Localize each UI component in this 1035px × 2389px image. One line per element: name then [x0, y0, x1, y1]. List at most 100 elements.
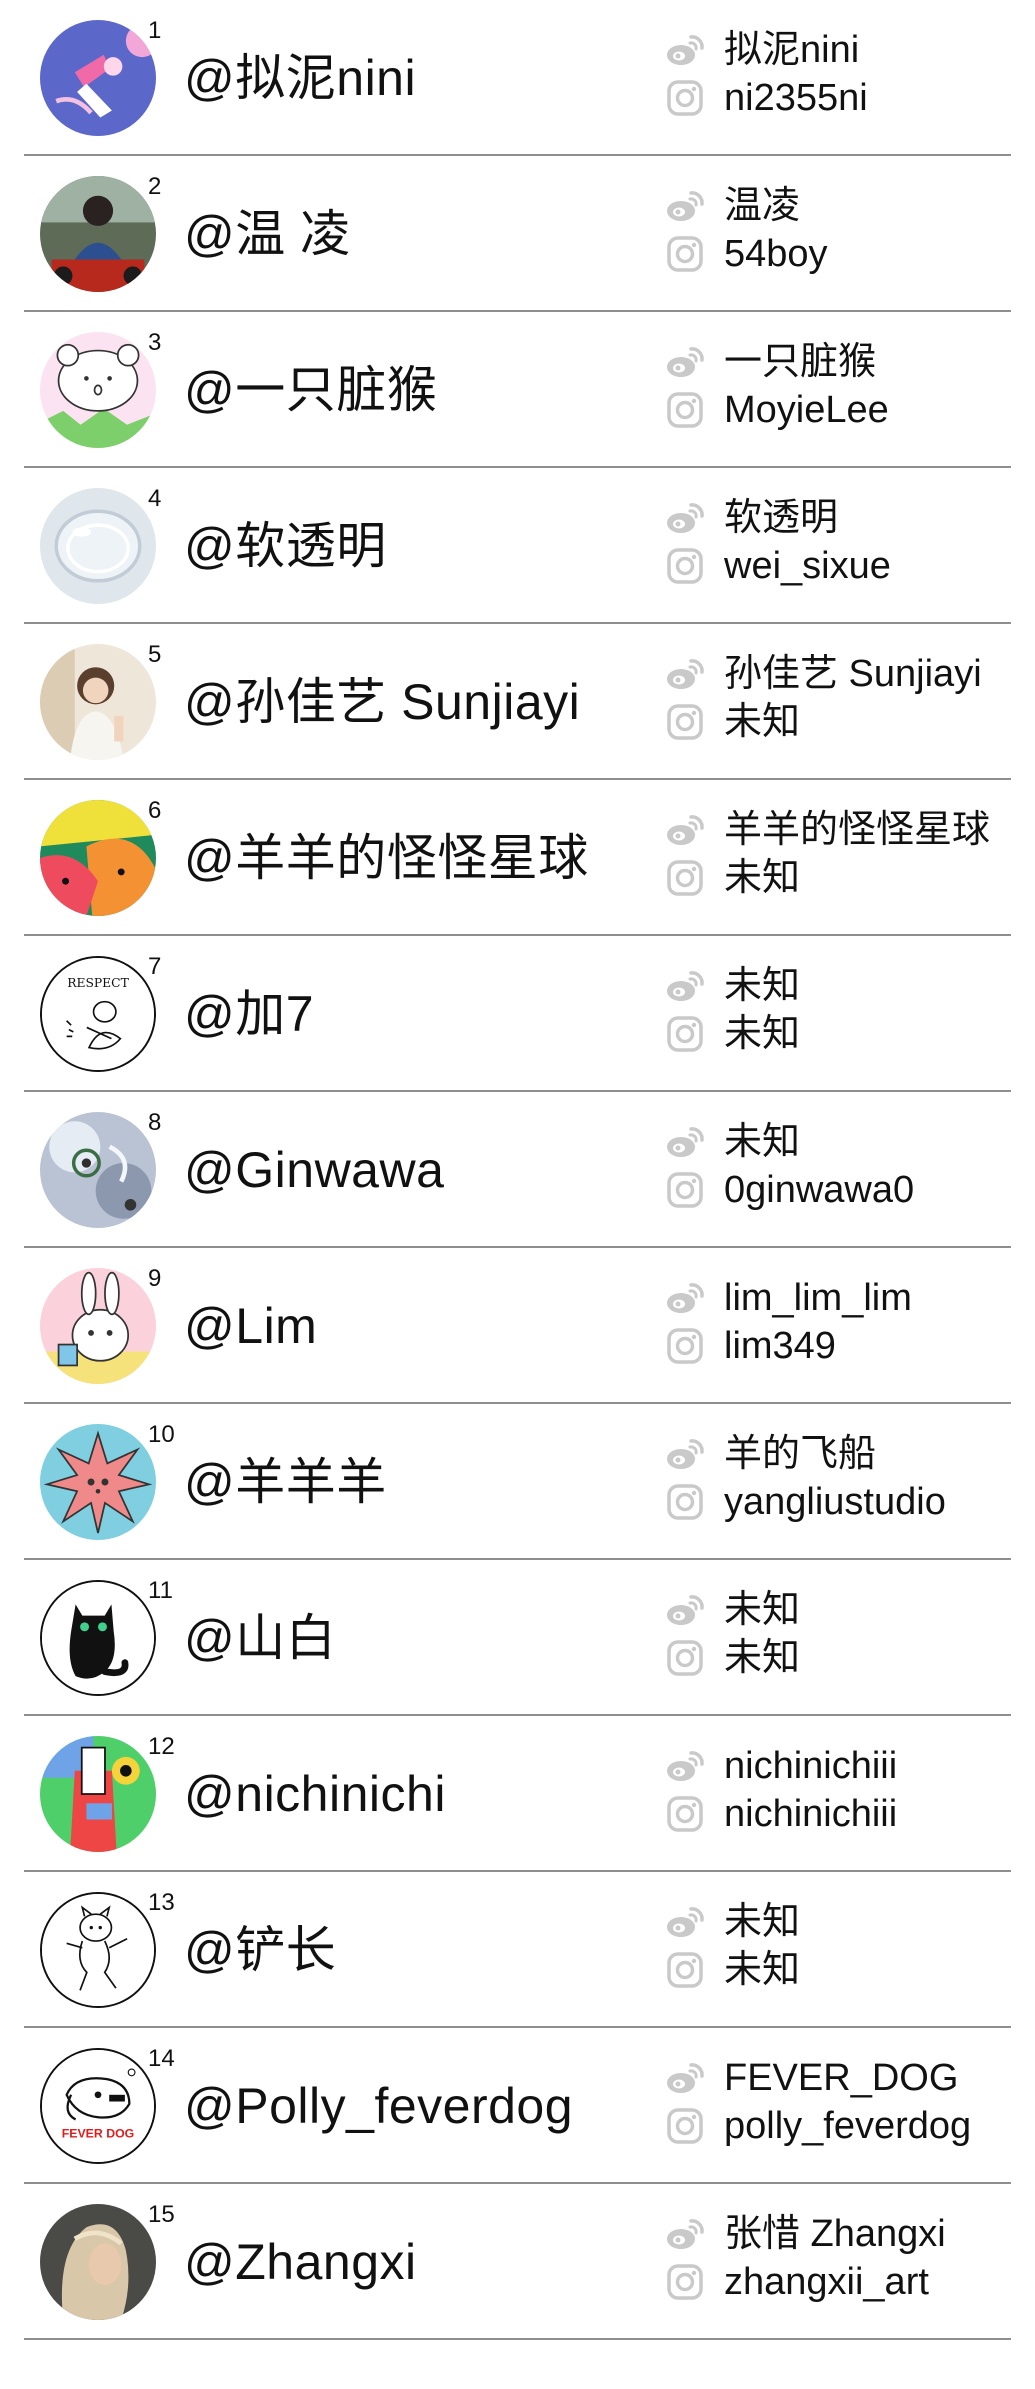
instagram-handle[interactable]: zhangxii_art: [664, 2262, 929, 2302]
creator-name: @羊羊羊: [184, 1454, 387, 1510]
weibo-handle[interactable]: 未知: [664, 1122, 800, 1162]
instagram-handle[interactable]: MoyieLee: [664, 390, 889, 430]
weibo-icon: [664, 498, 706, 538]
instagram-icon: [664, 1794, 706, 1834]
avatar[interactable]: [40, 1892, 156, 2008]
list-item[interactable]: 15 @Zhangxi 张惜 Zhangxi zhangxii_art: [24, 2184, 1011, 2340]
instagram-handle[interactable]: lim349: [664, 1326, 836, 1366]
instagram-username: polly_feverdog: [724, 2105, 972, 2147]
weibo-handle[interactable]: nichinichiii: [664, 1746, 897, 1786]
weibo-icon: [664, 186, 706, 226]
creator-name: @一只脏猴: [184, 362, 438, 418]
instagram-icon: [664, 2262, 706, 2302]
rank-number: 7: [148, 953, 162, 980]
weibo-handle[interactable]: 一只脏猴: [664, 342, 876, 382]
list-item[interactable]: FEVER DOG 14 @Polly_feverdog FEVER_DOG p…: [24, 2028, 1011, 2184]
instagram-handle[interactable]: 未知: [664, 1950, 800, 1990]
weibo-handle[interactable]: lim_lim_lim: [664, 1278, 912, 1318]
instagram-handle[interactable]: 未知: [664, 702, 800, 742]
instagram-username: nichinichiii: [724, 1793, 898, 1835]
instagram-username: 54boy: [724, 233, 828, 275]
list-item[interactable]: RESPECT 7 @加7 未知 未知: [24, 936, 1011, 1092]
weibo-handle[interactable]: 未知: [664, 1590, 800, 1630]
list-item[interactable]: 5 @孙佳艺 Sunjiayi 孙佳艺 Sunjiayi 未知: [24, 624, 1011, 780]
instagram-handle[interactable]: 未知: [664, 1638, 800, 1678]
avatar[interactable]: [40, 488, 156, 604]
rank-number: 4: [148, 485, 162, 512]
list-item[interactable]: 9 @Lim lim_lim_lim lim349: [24, 1248, 1011, 1404]
weibo-handle[interactable]: 未知: [664, 1902, 800, 1942]
weibo-handle[interactable]: 孙佳艺 Sunjiayi: [664, 654, 982, 694]
instagram-username: zhangxii_art: [724, 2261, 929, 2303]
instagram-username: lim349: [724, 1325, 836, 1367]
weibo-icon: [664, 30, 706, 70]
list-item[interactable]: 4 @软透明 软透明 wei_sixue: [24, 468, 1011, 624]
avatar[interactable]: [40, 1736, 156, 1852]
weibo-icon: [664, 1902, 706, 1942]
instagram-icon: [664, 2106, 706, 2146]
weibo-handle[interactable]: FEVER_DOG: [664, 2058, 958, 2098]
weibo-handle[interactable]: 温凌: [664, 186, 800, 226]
avatar[interactable]: [40, 644, 156, 760]
respect-logo-text: RESPECT: [67, 976, 129, 990]
weibo-handle[interactable]: 羊羊的怪怪星球: [664, 810, 990, 850]
avatar[interactable]: [40, 2204, 156, 2320]
weibo-icon: [664, 1122, 706, 1162]
instagram-icon: [664, 1326, 706, 1366]
instagram-handle[interactable]: 未知: [664, 1014, 800, 1054]
weibo-icon: [664, 1434, 706, 1474]
weibo-handle[interactable]: 羊的飞船: [664, 1434, 876, 1474]
weibo-handle[interactable]: 张惜 Zhangxi: [664, 2214, 946, 2254]
list-item[interactable]: 10 @羊羊羊 羊的飞船 yangliustudio: [24, 1404, 1011, 1560]
instagram-handle[interactable]: wei_sixue: [664, 546, 891, 586]
instagram-icon: [664, 1482, 706, 1522]
weibo-username: 未知: [724, 1589, 801, 1631]
instagram-icon: [664, 1170, 706, 1210]
rank-number: 8: [148, 1109, 162, 1136]
weibo-username: 一只脏猴: [724, 341, 877, 383]
instagram-username: yangliustudio: [724, 1481, 946, 1523]
weibo-handle[interactable]: 拟泥nini: [664, 30, 859, 70]
list-item[interactable]: 13 @铲长 未知 未知: [24, 1872, 1011, 2028]
instagram-handle[interactable]: nichinichiii: [664, 1794, 897, 1834]
weibo-icon: [664, 966, 706, 1006]
list-item[interactable]: 1 @拟泥nini 拟泥nini ni2355ni: [24, 0, 1011, 156]
avatar[interactable]: [40, 1424, 156, 1540]
instagram-handle[interactable]: 0ginwawa0: [664, 1170, 914, 1210]
avatar[interactable]: [40, 1580, 156, 1696]
avatar[interactable]: [40, 20, 156, 136]
instagram-handle[interactable]: polly_feverdog: [664, 2106, 971, 2146]
rank-number: 2: [148, 173, 162, 200]
avatar[interactable]: [40, 800, 156, 916]
list-item[interactable]: 2 @温 凌 温凌 54boy: [24, 156, 1011, 312]
instagram-handle[interactable]: yangliustudio: [664, 1482, 946, 1522]
list-item[interactable]: 6 @羊羊的怪怪星球 羊羊的怪怪星球 未知: [24, 780, 1011, 936]
avatar[interactable]: [40, 176, 156, 292]
list-item[interactable]: 3 @一只脏猴 一只脏猴 MoyieLee: [24, 312, 1011, 468]
weibo-icon: [664, 810, 706, 850]
creator-name: @温 凌: [184, 206, 351, 262]
weibo-icon: [664, 1278, 706, 1318]
weibo-handle[interactable]: 未知: [664, 966, 800, 1006]
rank-number: 14: [148, 2045, 175, 2072]
instagram-handle[interactable]: 未知: [664, 858, 800, 898]
instagram-handle[interactable]: 54boy: [664, 234, 828, 274]
weibo-handle[interactable]: 软透明: [664, 498, 838, 538]
list-item[interactable]: 12 @nichinichi nichinichiii nichinichiii: [24, 1716, 1011, 1872]
instagram-username: wei_sixue: [724, 545, 891, 587]
avatar[interactable]: FEVER DOG: [40, 2048, 156, 2164]
avatar[interactable]: RESPECT: [40, 956, 156, 1072]
weibo-username: 羊的飞船: [724, 1433, 877, 1475]
instagram-icon: [664, 1014, 706, 1054]
avatar[interactable]: [40, 1268, 156, 1384]
creator-name: @软透明: [184, 518, 387, 574]
avatar[interactable]: [40, 1112, 156, 1228]
instagram-username: ni2355ni: [724, 77, 868, 119]
instagram-icon: [664, 78, 706, 118]
list-item[interactable]: 11 @山白 未知 未知: [24, 1560, 1011, 1716]
creator-list: 1 @拟泥nini 拟泥nini ni2355ni 2 @温 凌 温凌 54bo…: [0, 0, 1035, 2340]
list-item[interactable]: 8 @Ginwawa 未知 0ginwawa0: [24, 1092, 1011, 1248]
weibo-icon: [664, 1590, 706, 1630]
instagram-handle[interactable]: ni2355ni: [664, 78, 868, 118]
avatar[interactable]: [40, 332, 156, 448]
